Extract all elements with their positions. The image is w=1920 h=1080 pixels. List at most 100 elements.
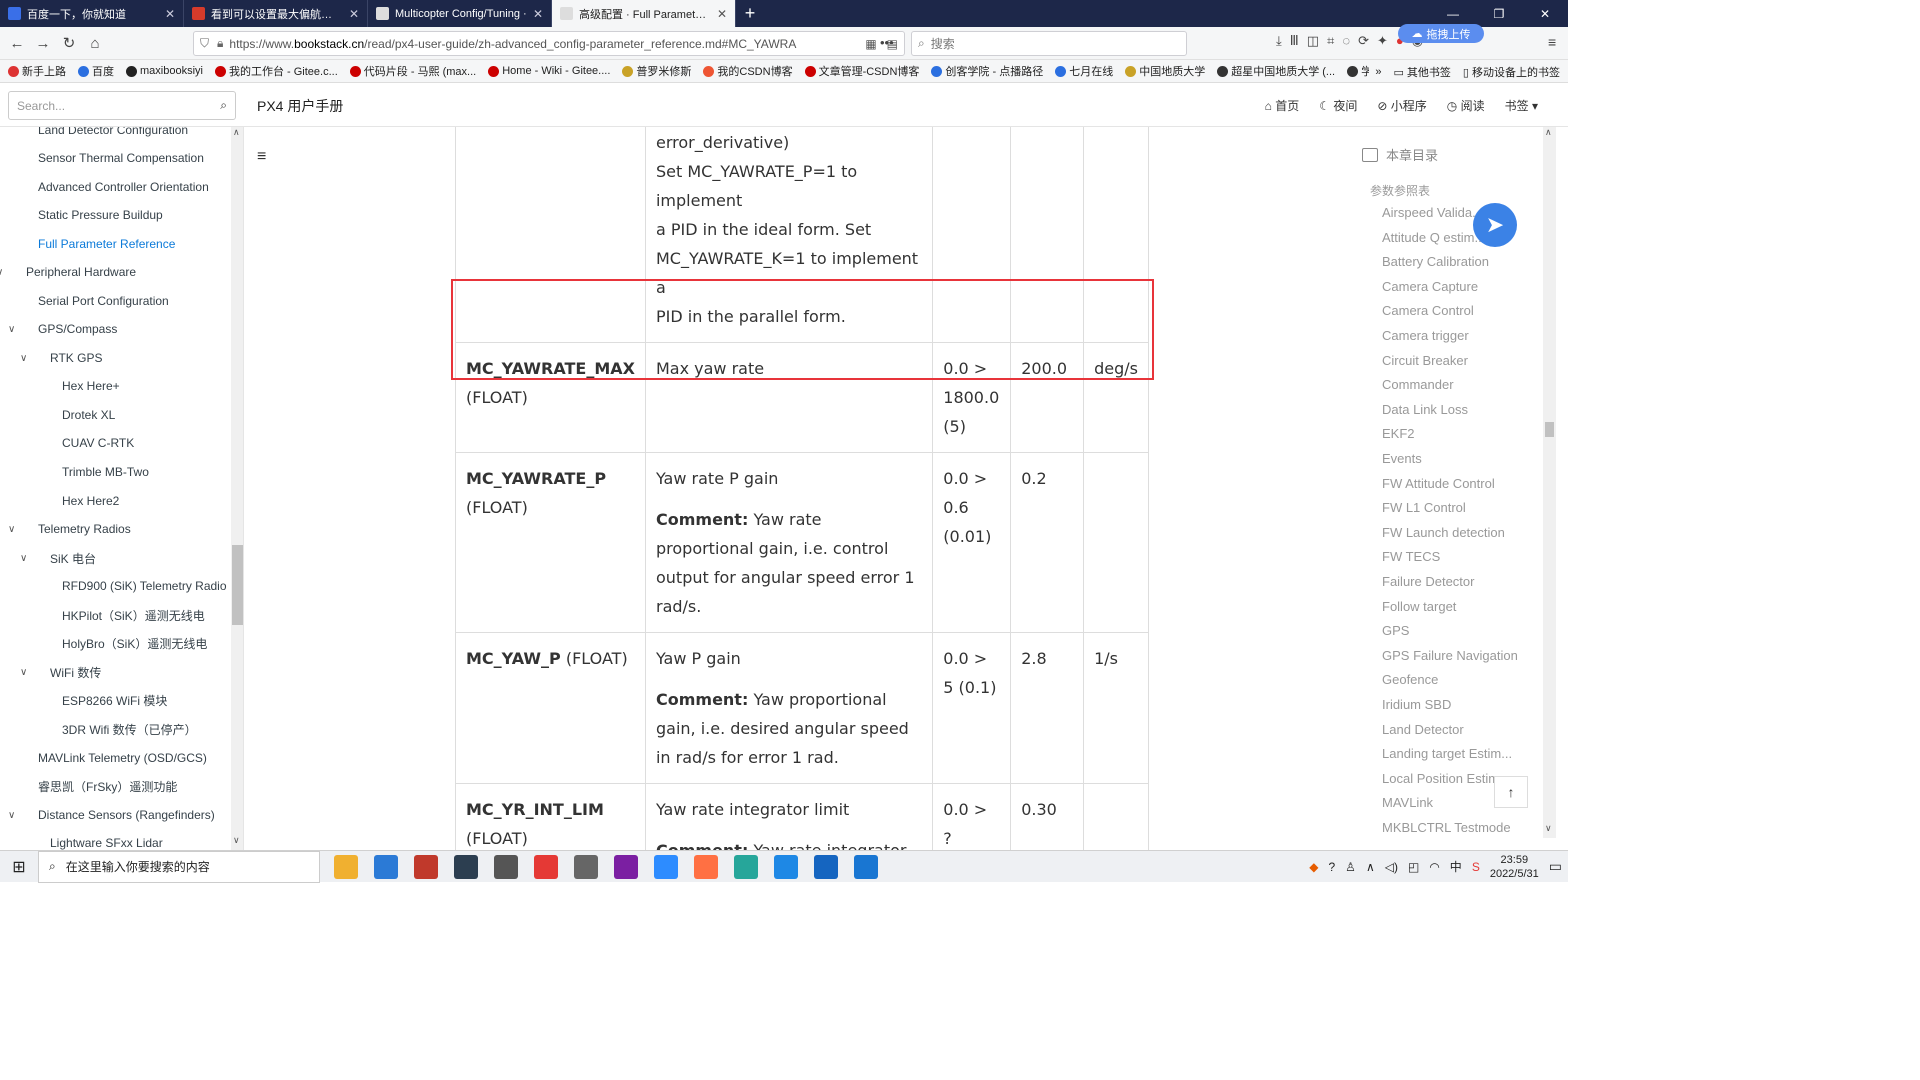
toc-item[interactable]: Iridium SBD xyxy=(1382,697,1451,712)
bookmark-item[interactable]: 文章管理-CSDN博客 xyxy=(804,63,919,79)
sidebar-item[interactable]: ESP8266 WiFi 模块 xyxy=(62,690,167,710)
sidebar-item[interactable]: CUAV C-RTK xyxy=(62,433,134,453)
extension-icon[interactable]: ✦ xyxy=(1377,33,1388,49)
toc-item[interactable]: Geofence xyxy=(1382,672,1438,687)
help-icon[interactable]: ? xyxy=(1328,860,1335,874)
chevron-down-icon[interactable]: ∨ xyxy=(20,553,32,564)
taskbar-app-icon[interactable] xyxy=(614,854,638,879)
toc-scroll-thumb[interactable] xyxy=(1545,422,1554,437)
people-icon[interactable]: ♙ xyxy=(1345,860,1356,874)
bookmark-item[interactable]: 我的CSDN博客 xyxy=(703,63,793,79)
maximize-button[interactable]: ❐ xyxy=(1476,7,1522,21)
browser-tab[interactable]: 看到可以设置最大偏航角速度 ✕ xyxy=(184,0,368,27)
taskbar-app-icon[interactable] xyxy=(454,854,478,879)
menu-icon[interactable]: ≡ xyxy=(1548,34,1556,50)
toc-item[interactable]: FW Attitude Control xyxy=(1382,476,1495,491)
antivirus-icon[interactable]: S xyxy=(1472,860,1480,874)
sidebar-item[interactable]: Trimble MB-Two xyxy=(62,462,149,482)
toc-toggle-icon[interactable]: ≡ xyxy=(257,148,266,166)
chevron-down-icon[interactable]: ∨ xyxy=(20,353,32,364)
bookmark-item[interactable]: 创客学院 - 点播路径 xyxy=(931,63,1043,79)
toc-scrollbar[interactable]: ∧ ∨ xyxy=(1543,127,1556,838)
toc-item[interactable]: Battery Calibration xyxy=(1382,254,1489,269)
taskbar-app-icon[interactable] xyxy=(494,854,518,879)
toc-item[interactable]: GPS xyxy=(1382,623,1409,638)
ime-icon[interactable]: 中 xyxy=(1450,858,1462,875)
toc-section-title[interactable]: 参数参照表 xyxy=(1370,182,1430,199)
sidebar-item[interactable]: ∨ RTK GPS xyxy=(20,348,102,368)
scroll-down-icon[interactable]: ∨ xyxy=(1545,823,1552,834)
chevron-up-icon[interactable]: ∧ xyxy=(1366,860,1375,874)
close-window-button[interactable]: ✕ xyxy=(1522,7,1568,21)
sidebar-item[interactable]: Static Pressure Buildup xyxy=(38,205,163,225)
forward-icon[interactable]: → xyxy=(30,35,56,52)
reload-icon[interactable]: ↻ xyxy=(56,34,82,52)
minimize-button[interactable]: — xyxy=(1430,7,1476,21)
bookmark-item[interactable]: 代码片段 - 马熙 (max... xyxy=(349,63,476,79)
sidebar-item[interactable]: ∨ SiK 电台 xyxy=(20,548,96,568)
toc-item[interactable]: Camera Capture xyxy=(1382,279,1478,294)
other-bookmarks-folder[interactable]: ▭ 其他书签 xyxy=(1393,64,1450,80)
cloud-upload-badge[interactable]: ☁ 拖拽上传 xyxy=(1398,24,1484,43)
chevron-down-icon[interactable]: ∨ xyxy=(20,667,32,678)
page-actions-icon[interactable]: ••• xyxy=(880,35,894,50)
sidebar-item[interactable]: 睿思凯（FrSky）遥测功能 xyxy=(38,776,177,796)
sidebar-item[interactable]: Drotek XL xyxy=(62,405,115,425)
bookmark-item[interactable]: 我的工作台 - Gitee.c... xyxy=(214,63,338,79)
sidebar-item[interactable]: Serial Port Configuration xyxy=(38,291,169,311)
toc-item[interactable]: Landing target Estim... xyxy=(1382,746,1512,761)
scroll-down-icon[interactable]: ∨ xyxy=(233,835,240,846)
close-tab-icon[interactable]: ✕ xyxy=(349,7,359,21)
mobile-bookmarks-folder[interactable]: ▯ 移动设备上的书签 xyxy=(1463,64,1560,80)
bookmark-item[interactable]: 七月在线 xyxy=(1055,63,1113,79)
sync-icon[interactable]: ⟳ xyxy=(1358,33,1369,49)
taskbar-app-icon[interactable] xyxy=(374,854,398,879)
windows-start-icon[interactable]: ⊞ xyxy=(0,857,38,877)
nav-bookmark[interactable]: 书签 ▾ xyxy=(1505,97,1538,114)
nav-home[interactable]: ⌂ 首页 xyxy=(1265,97,1300,114)
download-icon[interactable]: ⤓ xyxy=(1276,33,1282,49)
scroll-up-icon[interactable]: ∧ xyxy=(1545,127,1552,138)
sidebar-item[interactable]: ∨ WiFi 数传 xyxy=(20,662,101,682)
toc-item[interactable]: Events xyxy=(1382,451,1422,466)
close-tab-icon[interactable]: ✕ xyxy=(165,7,175,21)
toc-item[interactable]: Camera Control xyxy=(1382,303,1474,318)
close-tab-icon[interactable]: ✕ xyxy=(533,7,543,21)
chat-icon[interactable]: ◌ xyxy=(1342,33,1350,49)
wifi-icon[interactable]: ◠ xyxy=(1429,860,1439,874)
nav-miniprogram[interactable]: ⊘ 小程序 xyxy=(1377,97,1426,114)
bookmark-item[interactable]: 新手上路 xyxy=(8,63,66,79)
nav-night[interactable]: ☾ 夜间 xyxy=(1319,97,1357,114)
sidebar-item[interactable]: Lightware SFxx Lidar xyxy=(50,833,163,850)
volume-icon[interactable]: ◁) xyxy=(1385,860,1398,874)
sidebar-item[interactable]: ∨ GPS/Compass xyxy=(8,319,117,339)
bookmark-item[interactable]: 超星中国地质大学 (... xyxy=(1217,63,1335,79)
sidebar-toggle-icon[interactable]: ◫ xyxy=(1307,33,1319,49)
browser-tab[interactable]: Multicopter Config/Tuning · ✕ xyxy=(368,0,552,27)
more-bookmarks-icon[interactable]: » xyxy=(1375,66,1381,78)
taskbar-search-input[interactable]: ⌕ 在这里输入你要搜索的内容 xyxy=(38,850,320,883)
clock[interactable]: 23:59 2022/5/31 xyxy=(1490,853,1539,881)
taskbar-app-icon[interactable] xyxy=(334,854,358,879)
browser-tab[interactable]: 百度一下，你就知道 ✕ xyxy=(0,0,184,27)
toc-item[interactable]: Local Position Estim... xyxy=(1382,771,1510,786)
taskbar-app-icon[interactable] xyxy=(814,854,838,879)
sidebar-item[interactable]: Land Detector Configuration xyxy=(38,127,188,140)
bookmark-item[interactable]: maxibooksiyi xyxy=(126,65,203,77)
toc-item[interactable]: MKBLCTRL Testmode xyxy=(1382,820,1511,835)
chevron-down-icon[interactable]: ∨ xyxy=(8,810,20,821)
chevron-down-icon[interactable]: ∨ xyxy=(8,324,20,335)
sidebar-item[interactable]: Hex Here2 xyxy=(62,491,119,511)
floating-assistant-icon[interactable]: ➤ xyxy=(1473,203,1517,247)
sidebar-item[interactable]: HolyBro（SiK）遥测无线电 xyxy=(62,633,207,653)
taskbar-app-icon[interactable] xyxy=(654,854,678,879)
toc-item[interactable]: Land Detector xyxy=(1382,722,1464,737)
chevron-down-icon[interactable]: ∨ xyxy=(8,524,20,535)
scroll-up-icon[interactable]: ∧ xyxy=(233,127,240,138)
sidebar-item[interactable]: ∨ Telemetry Radios xyxy=(8,519,131,539)
sidebar-item[interactable]: ∨ Peripheral Hardware xyxy=(0,262,136,282)
taskbar-app-icon[interactable] xyxy=(694,854,718,879)
toc-item[interactable]: FW L1 Control xyxy=(1382,500,1466,515)
taskbar-app-icon[interactable] xyxy=(574,854,598,879)
library-icon[interactable]: Ⅲ xyxy=(1290,33,1299,49)
